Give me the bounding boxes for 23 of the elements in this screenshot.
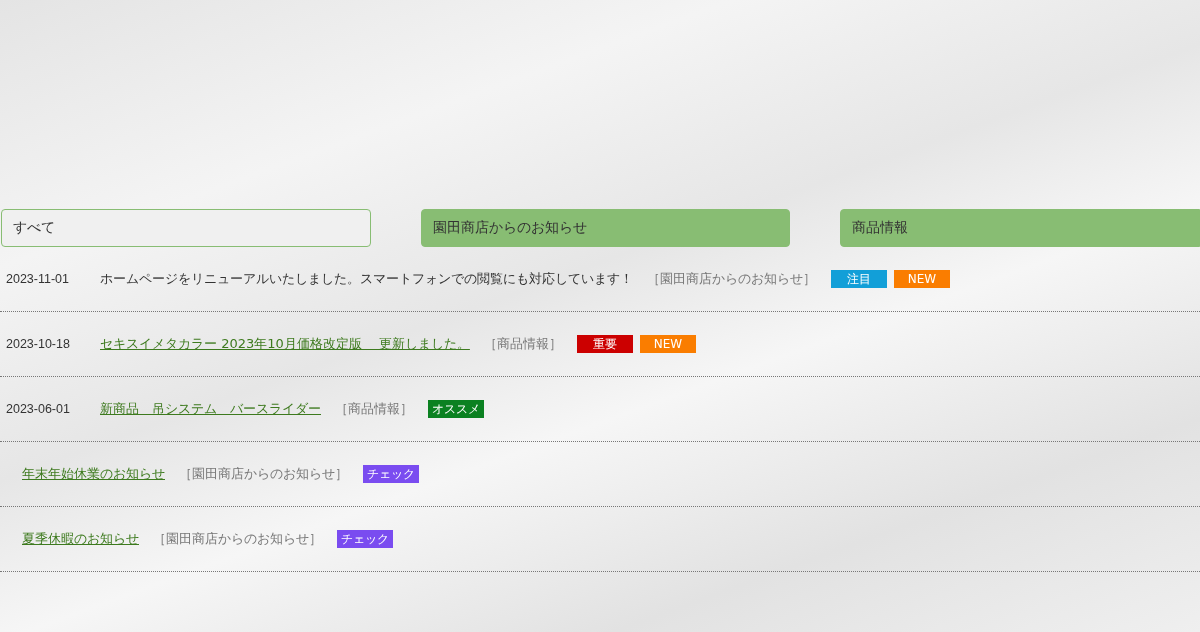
news-date: 2023-06-01 [6, 402, 71, 416]
news-tag: チェック [337, 530, 393, 548]
news-date: 2023-10-18 [6, 337, 71, 351]
news-link[interactable]: 年末年始休業のお知らせ [22, 465, 165, 483]
news-date: 2023-11-01 [6, 272, 70, 286]
news-tag: 重要 [576, 335, 633, 353]
news-category: ［園田商店からのお知らせ］ [647, 270, 816, 288]
news-tag: 注目 [831, 270, 887, 288]
category-tab[interactable]: 園田商店からのお知らせ [420, 209, 791, 247]
news-tag: チェック [363, 465, 419, 483]
news-title: ホームページをリニューアルいたしました。スマートフォンでの閲覧にも対応しています！ [100, 270, 633, 288]
news-category: ［商品情報］ [483, 335, 562, 353]
news-tag: NEW [639, 335, 696, 353]
category-tab[interactable]: すべて [1, 209, 371, 247]
news-link[interactable]: 夏季休暇のお知らせ [22, 530, 139, 548]
news-category: ［園田商店からのお知らせ］ [153, 530, 322, 548]
news-category: ［商品情報］ [335, 400, 413, 418]
news-link[interactable]: セキスイメタカラー 2023年10月価格改定版 更新しました。 [100, 335, 470, 353]
news-tag: NEW [894, 270, 950, 288]
news-link[interactable]: 新商品 吊システム バースライダー [100, 400, 321, 418]
news-category: ［園田商店からのお知らせ］ [179, 465, 348, 483]
news-tag: オススメ [428, 400, 484, 418]
category-tab[interactable]: 商品情報 [840, 209, 1200, 247]
